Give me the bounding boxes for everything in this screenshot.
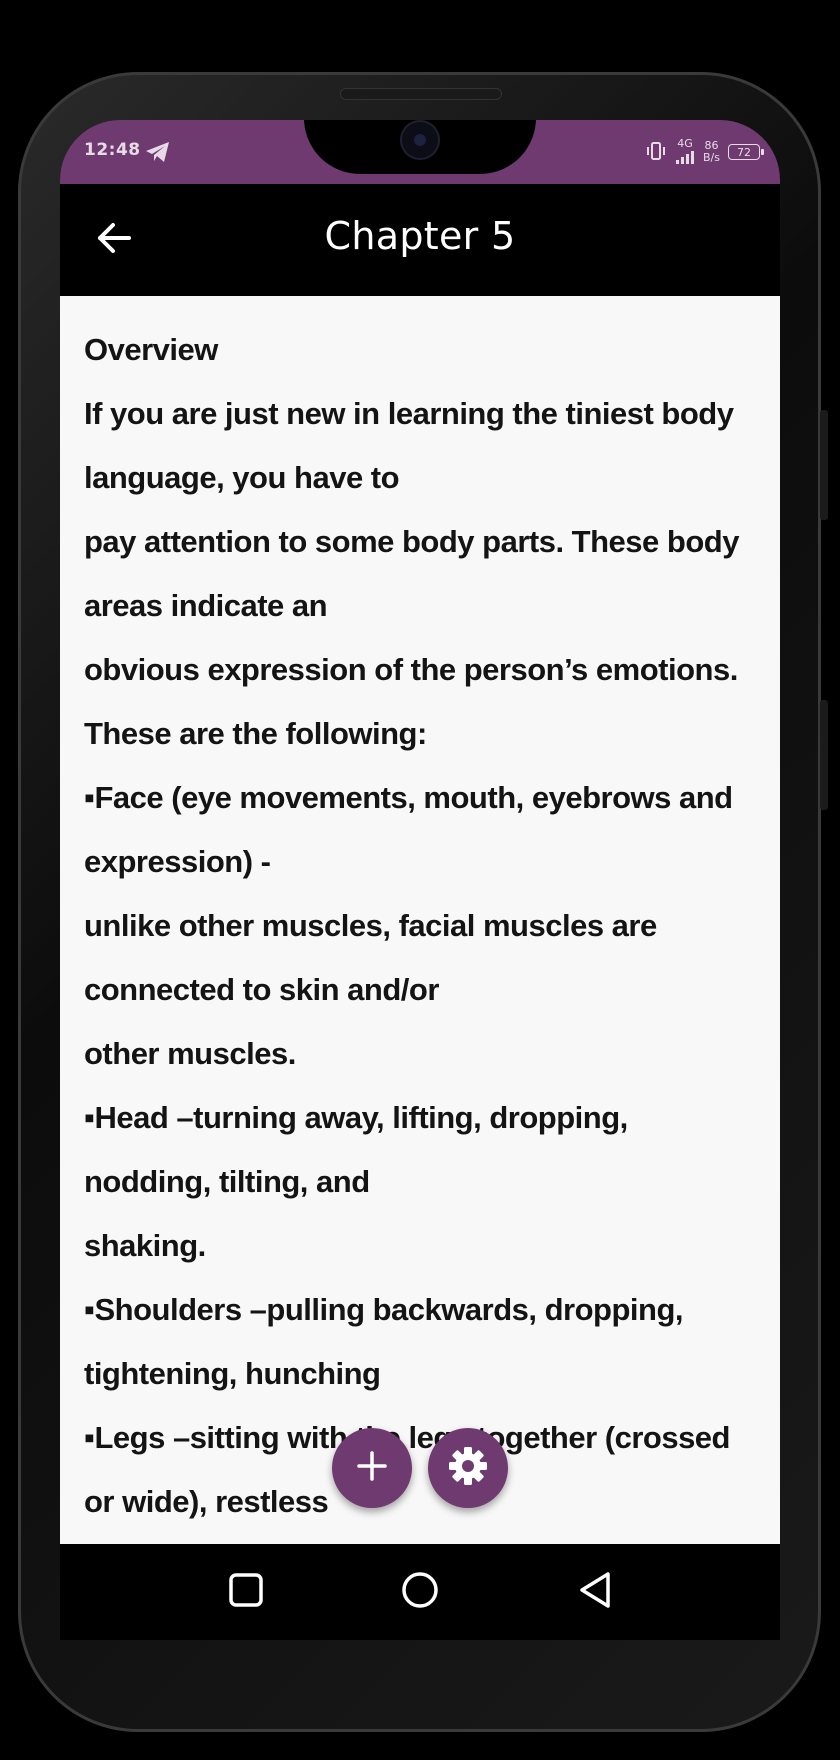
vibrate-icon	[645, 141, 667, 164]
text-line: or wide), restless	[84, 1484, 329, 1519]
status-indicators: 4G 86 B/s 72	[645, 134, 764, 170]
home-button[interactable]	[396, 1568, 444, 1616]
triangle-back-icon	[576, 1570, 616, 1614]
text-line: nodding, tilting, and	[84, 1164, 370, 1199]
system-nav-bar	[60, 1544, 780, 1640]
text-line: These are the following:	[84, 716, 427, 751]
text-line: unlike other muscles, facial muscles are	[84, 908, 657, 943]
arrow-left-icon	[96, 222, 132, 258]
text-line: ▪Shoulders –pulling backwards, dropping,	[84, 1292, 684, 1327]
settings-button[interactable]	[428, 1428, 508, 1508]
text-line: pay attention to some body parts. These …	[84, 524, 739, 559]
screen: 12:48 4G 86 B/s 72 Chapter 5 Overview If…	[60, 120, 780, 1544]
add-button[interactable]	[332, 1428, 412, 1508]
plus-icon	[355, 1449, 389, 1487]
battery-level: 72	[737, 145, 751, 159]
page-title: Chapter 5	[324, 214, 516, 258]
battery-icon: 72	[728, 144, 764, 160]
text-line: areas indicate an	[84, 588, 328, 623]
gear-icon	[447, 1445, 489, 1491]
earpiece-speaker	[340, 88, 502, 100]
chapter-text: Overview If you are just new in learning…	[60, 296, 780, 1534]
circle-icon	[400, 1570, 440, 1614]
app-bar: Chapter 5	[60, 184, 780, 296]
text-line: Overview	[84, 332, 218, 367]
network-indicator: 4G	[675, 136, 695, 167]
status-time: 12:48	[84, 140, 141, 160]
square-icon	[228, 1572, 264, 1612]
status-bar: 12:48 4G 86 B/s 72	[60, 120, 780, 184]
text-line: other muscles.	[84, 1036, 296, 1071]
network-type: 4G	[677, 136, 693, 150]
text-line: ▪Legs –sitting with the legs together (c…	[84, 1420, 730, 1455]
text-line: ▪Head –turning away, lifting, dropping,	[84, 1100, 628, 1135]
volume-button	[820, 410, 828, 520]
back-button[interactable]	[88, 214, 140, 266]
text-line: ▪Face (eye movements, mouth, eyebrows an…	[84, 780, 733, 815]
signal-icon	[675, 150, 695, 167]
text-line: shaking.	[84, 1228, 206, 1263]
data-speed-unit: B/s	[703, 151, 720, 164]
chapter-content[interactable]: Overview If you are just new in learning…	[60, 296, 780, 1544]
text-line: expression) -	[84, 844, 271, 879]
front-camera	[400, 120, 440, 160]
text-line: tightening, hunching	[84, 1356, 381, 1391]
nav-back-button[interactable]	[572, 1568, 620, 1616]
text-line: language, you have to	[84, 460, 400, 495]
telegram-icon	[144, 140, 172, 164]
text-line: connected to skin and/or	[84, 972, 439, 1007]
text-line: obvious expression of the person’s emoti…	[84, 652, 738, 687]
data-speed: 86 B/s	[703, 140, 720, 164]
power-button	[820, 700, 828, 810]
recents-button[interactable]	[222, 1568, 270, 1616]
text-line: If you are just new in learning the tini…	[84, 396, 734, 431]
